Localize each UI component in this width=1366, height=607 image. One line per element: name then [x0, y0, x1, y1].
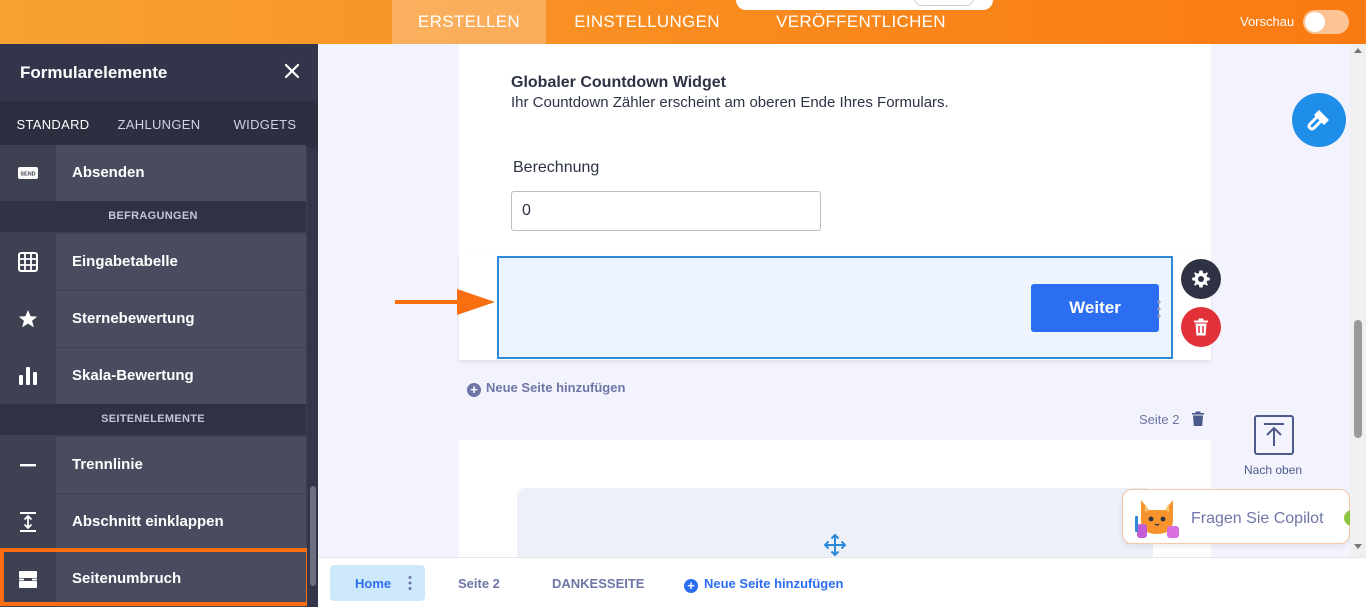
plus-circle-icon: +: [684, 579, 698, 593]
sidebar-item-label: Trennlinie: [72, 456, 143, 473]
scroll-up-arrow-icon[interactable]: [1354, 48, 1362, 53]
plus-circle-icon: +: [467, 383, 481, 397]
sidebar-item-eingabetabelle[interactable]: Eingabetabelle: [0, 234, 306, 290]
preview-label: Vorschau: [1240, 14, 1295, 29]
copilot-button[interactable]: Fragen Sie Copilot: [1122, 489, 1354, 544]
scroll-to-top-button[interactable]: [1254, 415, 1294, 455]
section-befragungen: BEFRAGUNGEN: [0, 201, 306, 232]
sidebar-item-label: Absenden: [72, 164, 145, 181]
tab-widgets[interactable]: WIDGETS: [212, 101, 318, 148]
drag-handle-icon[interactable]: [1155, 299, 1163, 319]
add-page-label: Neue Seite hinzufügen: [486, 380, 626, 395]
countdown-widget-title: Globaler Countdown Widget: [511, 74, 726, 91]
delete-page-trash-icon[interactable]: [1191, 411, 1205, 427]
weiter-button[interactable]: Weiter: [1031, 284, 1159, 332]
sidebar-item-label: Sternebewertung: [72, 310, 195, 327]
page2-label: Seite 2: [1139, 412, 1180, 427]
add-new-page-link[interactable]: + Neue Seite hinzufügen: [467, 380, 625, 397]
star-icon: [18, 310, 38, 328]
preview-toggle[interactable]: [1303, 10, 1349, 34]
orange-pointer-arrow-icon: [395, 289, 495, 315]
sidebar-title: Formularelemente: [20, 63, 168, 82]
scroll-to-top-label: Nach oben: [1244, 463, 1303, 477]
table-icon: [18, 252, 38, 272]
home-label: Home: [355, 576, 392, 591]
bottom-add-page-label: Neue Seite hinzufügen: [704, 576, 844, 591]
tab-einstellungen[interactable]: EINSTELLUNGEN: [558, 0, 736, 44]
copilot-avatar-icon: [1135, 500, 1179, 538]
calculation-input[interactable]: [511, 191, 821, 231]
page-tab-home[interactable]: Home: [330, 565, 425, 601]
bar-chart-icon: [19, 367, 37, 385]
collapse-icon: [20, 512, 36, 532]
sidebar-item-label: Skala-Bewertung: [72, 367, 194, 384]
sidebar-item-abschnitt-einklappen[interactable]: Abschnitt einklappen: [0, 494, 306, 550]
countdown-widget-description: Ihr Countdown Zähler erscheint am oberen…: [511, 94, 949, 111]
section-seitenelemente: SEITENELEMENTE: [0, 404, 306, 435]
sidebar-item-trennlinie[interactable]: Trennlinie: [0, 437, 306, 493]
sidebar-item-label: Abschnitt einklappen: [72, 513, 224, 530]
sidebar-scrollbar[interactable]: [307, 148, 318, 607]
sidebar-item-label: Eingabetabelle: [72, 253, 178, 270]
sidebar-item-sternebewertung[interactable]: Sternebewertung: [0, 291, 306, 347]
send-icon: SEND: [18, 167, 38, 179]
form-elements-sidebar: Formularelemente STANDARD ZAHLUNGEN WIDG…: [0, 44, 318, 607]
top-center-pill: [736, 0, 993, 10]
top-navigation-bar: ERSTELLEN EINSTELLUNGEN VERÖFFENTLICHEN …: [0, 0, 1366, 44]
sidebar-item-absenden[interactable]: SEND Absenden: [0, 145, 306, 201]
tab-zahlungen[interactable]: ZAHLUNGEN: [106, 101, 212, 148]
divider-icon: [20, 464, 36, 467]
sidebar-tabs: STANDARD ZAHLUNGEN WIDGETS: [0, 101, 318, 148]
tab-standard[interactable]: STANDARD: [0, 101, 106, 148]
paint-roller-icon: [1307, 110, 1329, 131]
bottom-add-page-link[interactable]: + Neue Seite hinzufügen: [684, 576, 843, 593]
kebab-menu-icon[interactable]: [408, 575, 412, 591]
gear-icon: [1192, 270, 1210, 288]
scroll-down-arrow-icon[interactable]: [1354, 544, 1362, 549]
svg-text:SEND: SEND: [20, 172, 35, 178]
copilot-label: Fragen Sie Copilot: [1191, 510, 1324, 527]
page-tab-seite-2[interactable]: Seite 2: [458, 576, 500, 591]
close-icon[interactable]: [283, 62, 301, 80]
calculation-label: Berechnung: [513, 159, 600, 176]
main-scrollbar[interactable]: [1350, 44, 1366, 557]
form-designer-button[interactable]: [1292, 93, 1346, 147]
arrow-up-icon: [1264, 423, 1284, 446]
trash-icon: [1194, 318, 1208, 336]
sidebar-header: Formularelemente: [0, 44, 318, 101]
move-icon[interactable]: [823, 533, 847, 557]
main-scrollbar-thumb[interactable]: [1354, 320, 1362, 438]
tab-erstellen[interactable]: ERSTELLEN: [392, 0, 546, 44]
element-settings-button[interactable]: [1181, 259, 1221, 299]
page-tab-dankesseite[interactable]: DANKESSEITE: [552, 576, 644, 591]
sidebar-item-skala-bewertung[interactable]: Skala-Bewertung: [0, 348, 306, 404]
seitenumbruch-highlight: [0, 548, 310, 606]
element-delete-button[interactable]: [1181, 307, 1221, 347]
